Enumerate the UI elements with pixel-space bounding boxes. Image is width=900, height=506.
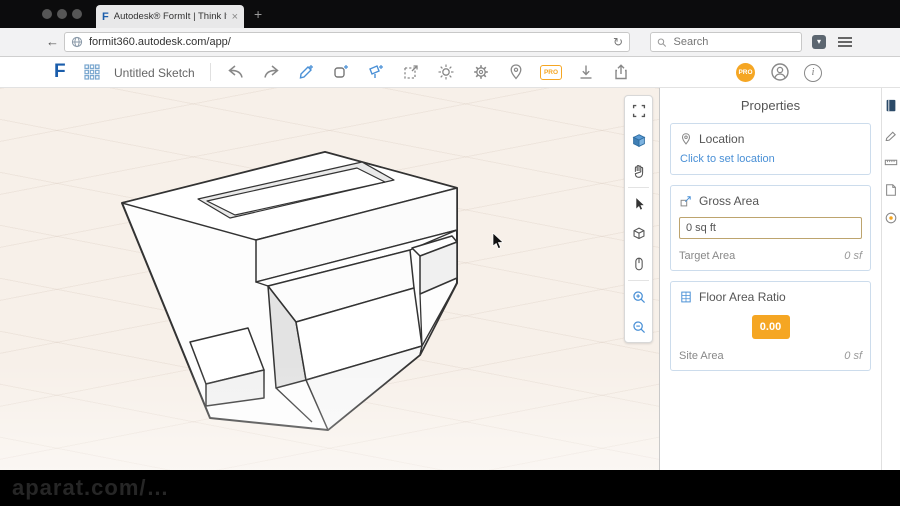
tool-group: PRO xyxy=(224,60,633,84)
shape-tool-icon[interactable] xyxy=(329,60,353,84)
reload-icon[interactable]: ↻ xyxy=(613,35,623,49)
panel-title: Properties xyxy=(740,98,801,113)
floor-area-ratio-section: Floor Area Ratio 0.00 Site Area 0 sf xyxy=(670,281,871,371)
export-icon[interactable] xyxy=(609,60,633,84)
back-button[interactable]: ← xyxy=(46,34,59,49)
location-section: Location Click to set location xyxy=(670,123,871,175)
floor-area-ratio-icon xyxy=(681,291,691,303)
redo-icon[interactable] xyxy=(259,60,283,84)
palette-divider xyxy=(628,187,649,188)
browser-navbar: ← formit360.autodesk.com/app/ ↻ ▾ xyxy=(0,28,900,57)
plugins-icon[interactable] xyxy=(884,211,898,225)
formit-toolbar: F Untitled Sketch PRO PRO i xyxy=(0,57,900,88)
pro-badge[interactable]: PRO xyxy=(736,63,755,82)
window-controls xyxy=(42,9,82,19)
location-label: Location xyxy=(699,132,745,146)
side-dock xyxy=(881,88,900,470)
zoom-extents-icon[interactable] xyxy=(625,96,652,126)
dimension-icon[interactable] xyxy=(884,155,898,169)
area-icon xyxy=(680,196,691,207)
new-tab-button[interactable]: + xyxy=(254,6,262,22)
target-area-value: 0 sf xyxy=(844,250,862,262)
formit-favicon-icon: F xyxy=(102,10,109,23)
set-location-link[interactable]: Click to set location xyxy=(680,153,862,165)
floor-area-ratio-label: Floor Area Ratio xyxy=(699,290,786,304)
undo-icon[interactable] xyxy=(224,60,248,84)
search-bar[interactable] xyxy=(650,32,802,52)
browser-tab-bar: F Autodesk® FormIt | Think It... × + xyxy=(0,0,900,28)
tab-title: Autodesk® FormIt | Think It... xyxy=(113,11,227,22)
url-text: formit360.autodesk.com/app/ xyxy=(89,36,231,48)
orbit-cube-icon[interactable] xyxy=(625,219,652,249)
formit-logo[interactable]: F xyxy=(54,61,66,83)
home-grid-icon[interactable] xyxy=(84,64,100,80)
location-pin-icon xyxy=(681,133,691,145)
palette-divider xyxy=(628,280,649,281)
target-area-label: Target Area xyxy=(679,250,736,262)
select-arrow-icon[interactable] xyxy=(625,189,652,219)
search-icon xyxy=(657,37,667,47)
window-minimize-button[interactable] xyxy=(57,9,67,19)
floor-area-ratio-value[interactable]: 0.00 xyxy=(751,315,790,339)
gross-area-label: Gross Area xyxy=(699,194,760,208)
menu-icon[interactable] xyxy=(838,37,852,49)
letterbox-bottom: aparat.com/… xyxy=(0,470,900,506)
mouse-cursor xyxy=(492,233,504,250)
app-window: F Autodesk® FormIt | Think It... × + ← f… xyxy=(0,0,900,506)
location-pin-icon[interactable] xyxy=(504,60,528,84)
site-area-label: Site Area xyxy=(679,350,724,362)
gross-area-input[interactable] xyxy=(679,217,862,239)
pro-features-icon[interactable]: PRO xyxy=(539,60,563,84)
url-bar[interactable]: formit360.autodesk.com/app/ ↻ xyxy=(64,32,630,52)
globe-icon xyxy=(71,36,83,48)
search-input[interactable] xyxy=(671,35,795,49)
view-cube-icon[interactable] xyxy=(625,126,652,156)
paint-tool-icon[interactable] xyxy=(364,60,388,84)
zoom-out-icon[interactable] xyxy=(625,312,652,342)
annotate-icon[interactable] xyxy=(884,127,898,141)
window-close-button[interactable] xyxy=(42,9,52,19)
sketch-title[interactable]: Untitled Sketch xyxy=(114,66,195,80)
gear-icon[interactable] xyxy=(469,60,493,84)
tab-close-icon[interactable]: × xyxy=(232,11,238,23)
group-tool-icon[interactable] xyxy=(399,60,423,84)
journal-icon[interactable] xyxy=(884,98,898,113)
model-geometry[interactable] xyxy=(0,88,659,470)
mouse-icon[interactable] xyxy=(625,249,652,279)
zoom-in-icon[interactable] xyxy=(625,282,652,312)
layout-sheet-icon[interactable] xyxy=(884,183,898,197)
window-zoom-button[interactable] xyxy=(72,9,82,19)
gross-area-section: Gross Area Target Area 0 sf xyxy=(670,185,871,271)
bookmarks-menu-icon[interactable]: ▾ xyxy=(812,35,826,49)
account-icon[interactable] xyxy=(770,62,790,82)
view-toolbar xyxy=(624,95,653,343)
model-canvas[interactable] xyxy=(0,88,659,470)
pan-hand-icon[interactable] xyxy=(625,156,652,186)
browser-tab[interactable]: F Autodesk® FormIt | Think It... × xyxy=(96,5,244,28)
sun-icon[interactable] xyxy=(434,60,458,84)
draw-tool-icon[interactable] xyxy=(294,60,318,84)
watermark-text: aparat.com/… xyxy=(12,475,170,500)
import-icon[interactable] xyxy=(574,60,598,84)
properties-panel: Properties Location Click to set locatio… xyxy=(659,88,881,470)
toolbar-divider xyxy=(210,63,211,81)
site-area-value: 0 sf xyxy=(844,350,862,362)
info-icon[interactable]: i xyxy=(804,64,822,82)
